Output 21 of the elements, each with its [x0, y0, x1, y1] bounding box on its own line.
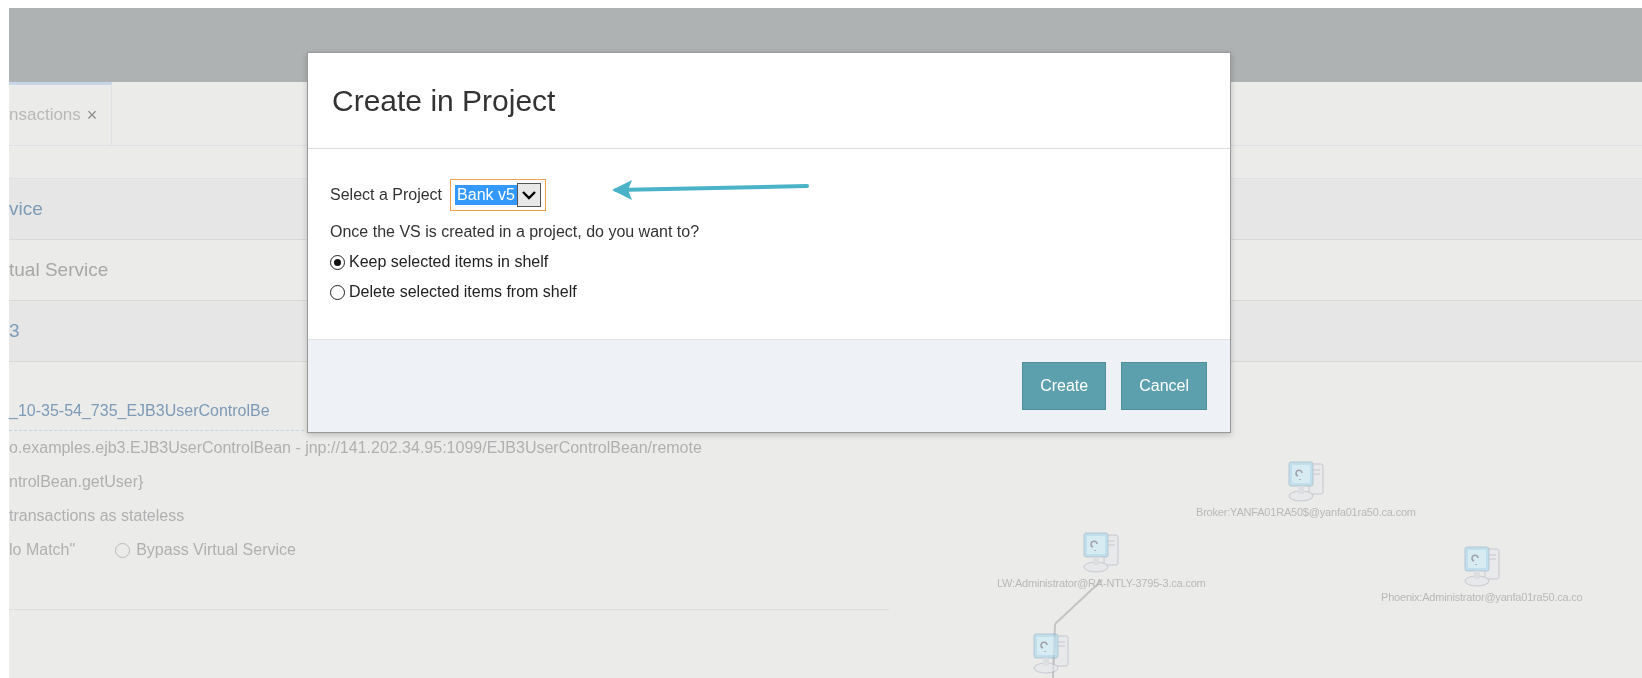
section-title: tual Service: [9, 259, 109, 281]
close-icon[interactable]: ×: [86, 104, 98, 126]
project-select[interactable]: Bank v5: [450, 179, 546, 211]
section-link[interactable]: 3: [9, 320, 20, 342]
option-label: Delete selected items from shelf: [349, 283, 577, 301]
question-text: Once the VS is created in a project, do you want to?: [330, 223, 701, 241]
cancel-button[interactable]: Cancel: [1121, 362, 1207, 410]
radio-button[interactable]: [330, 284, 345, 300]
option-label: Keep selected items in shelf: [349, 253, 549, 271]
detail-text: o.examples.ejb3.EJB3UserControlBean - jnp://141.202.34.95:1099/EJB3UserControlBean/remote: [9, 439, 702, 457]
field-label: Select a Project: [330, 186, 443, 204]
dialog-title: Create in Project: [332, 83, 556, 118]
radio-button[interactable]: [330, 254, 345, 270]
create-button[interactable]: Create: [1022, 362, 1107, 410]
chevron-down-icon: [521, 190, 536, 200]
option-label: lo Match": [9, 541, 76, 559]
option-label: Bypass Virtual Service: [136, 541, 296, 559]
computer-icon[interactable]: [1030, 632, 1072, 676]
detail-text: ntrolBean.getUser}: [9, 473, 144, 491]
detail-text: transactions as stateless: [9, 507, 185, 525]
section-link[interactable]: vice: [9, 198, 43, 220]
